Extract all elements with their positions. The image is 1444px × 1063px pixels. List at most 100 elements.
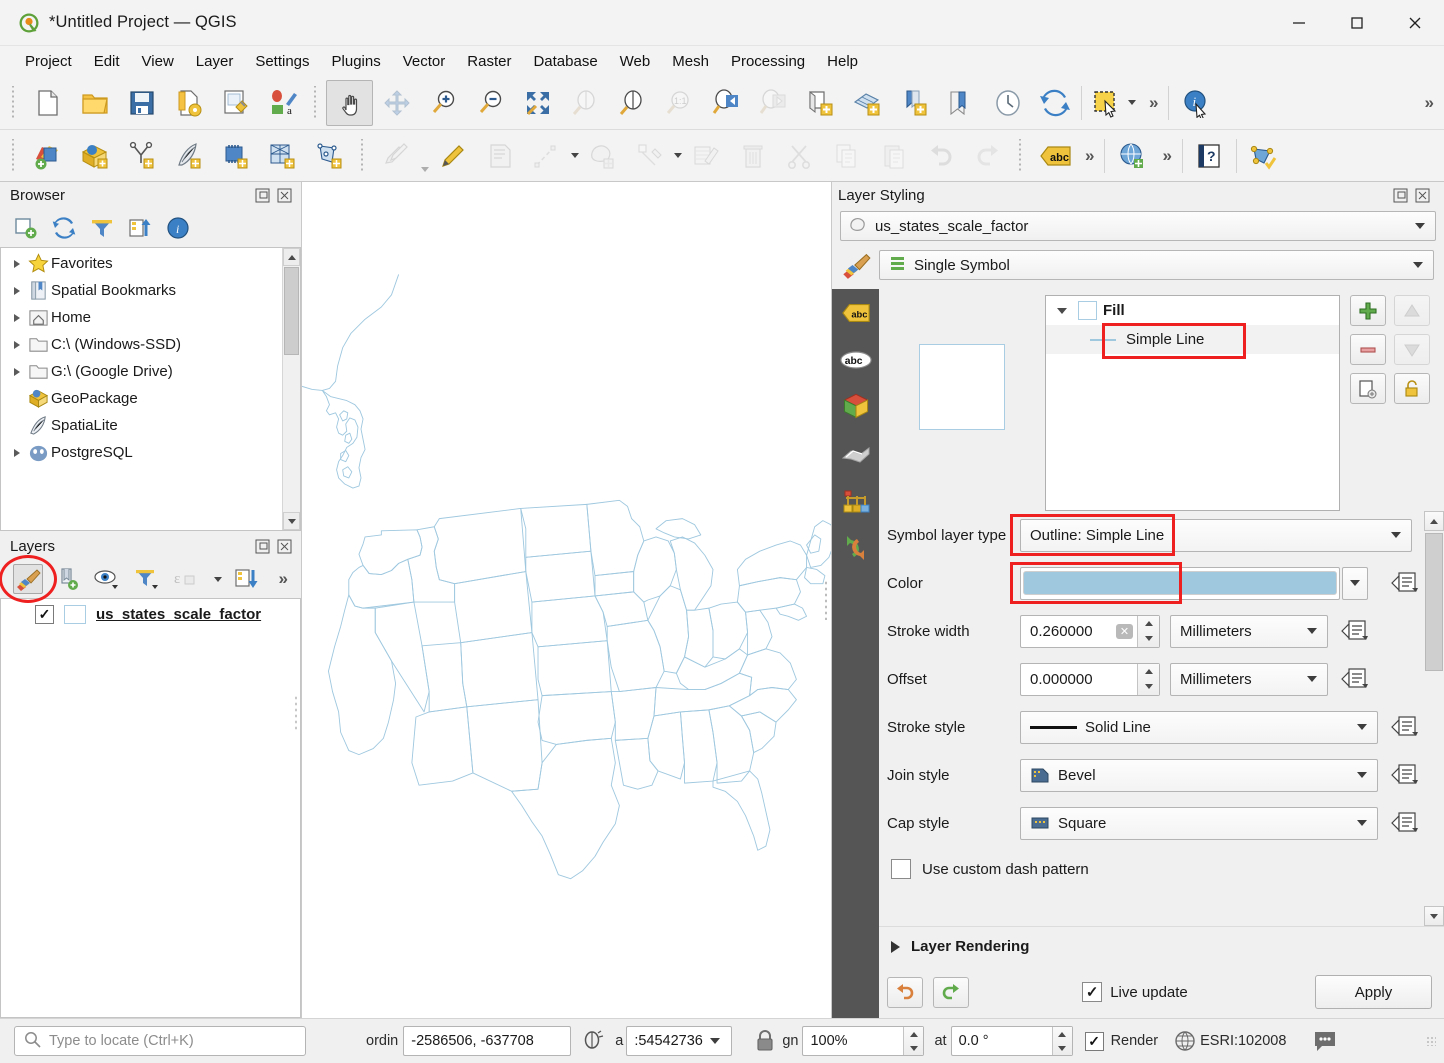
toolbar-overflow-2[interactable]: » bbox=[1418, 93, 1444, 113]
save-project-as-icon[interactable] bbox=[165, 80, 212, 126]
cut-features-icon[interactable] bbox=[776, 133, 823, 179]
refresh-icon[interactable] bbox=[1031, 80, 1078, 126]
symbol-properties-scroll[interactable]: Symbol layer type Outline: Simple Line C… bbox=[879, 511, 1444, 926]
live-update-checkbox[interactable]: ✓ bbox=[1082, 982, 1102, 1002]
undo-icon[interactable] bbox=[917, 133, 964, 179]
menu-raster[interactable]: Raster bbox=[456, 50, 522, 73]
browser-scrollbar[interactable] bbox=[282, 248, 300, 530]
expand-all-icon[interactable] bbox=[234, 565, 260, 593]
expand-icon[interactable] bbox=[9, 260, 25, 268]
cap-style-combo[interactable]: Square bbox=[1020, 807, 1378, 840]
new-3d-map-view-icon[interactable] bbox=[843, 80, 890, 126]
diagrams-tab-icon[interactable] bbox=[832, 430, 879, 477]
map-resize-handle[interactable] bbox=[824, 580, 828, 620]
magnifier-value[interactable]: 100% bbox=[802, 1026, 924, 1056]
stroke-style-data-defined-override-icon[interactable] bbox=[1388, 712, 1422, 742]
toggle-extents-icon[interactable] bbox=[580, 1028, 606, 1054]
menu-edit[interactable]: Edit bbox=[83, 50, 131, 73]
menu-layer[interactable]: Layer bbox=[185, 50, 245, 73]
expand-icon[interactable] bbox=[891, 941, 900, 953]
scrollbar-thumb[interactable] bbox=[1425, 533, 1443, 671]
menu-plugins[interactable]: Plugins bbox=[321, 50, 392, 73]
new-print-layout-icon[interactable] bbox=[212, 80, 259, 126]
chevron-down-icon[interactable] bbox=[710, 1038, 720, 1044]
temporal-controller-icon[interactable] bbox=[984, 80, 1031, 126]
menu-settings[interactable]: Settings bbox=[244, 50, 320, 73]
delete-selected-icon[interactable] bbox=[729, 133, 776, 179]
collapse-icon[interactable] bbox=[1052, 308, 1072, 314]
menu-web[interactable]: Web bbox=[609, 50, 662, 73]
scrollbar-thumb[interactable] bbox=[284, 267, 299, 355]
stepper-up[interactable] bbox=[1053, 1027, 1072, 1041]
menu-help[interactable]: Help bbox=[816, 50, 869, 73]
renderer-combo[interactable]: Single Symbol bbox=[879, 250, 1434, 280]
apply-button[interactable]: Apply bbox=[1315, 975, 1432, 1009]
close-button[interactable] bbox=[1386, 0, 1444, 46]
toolbar-overflow-1[interactable]: » bbox=[1142, 93, 1165, 113]
stepper-up[interactable] bbox=[904, 1027, 923, 1041]
layer-row[interactable]: ✓ us_states_scale_factor bbox=[1, 599, 300, 630]
layer-visibility-checkbox[interactable]: ✓ bbox=[35, 605, 54, 624]
menu-processing[interactable]: Processing bbox=[720, 50, 816, 73]
browser-undock-icon[interactable] bbox=[254, 187, 271, 204]
browser-item-c-drive[interactable]: C:\ (Windows-SSD) bbox=[1, 331, 300, 358]
current-edits-dropdown[interactable] bbox=[420, 133, 429, 179]
menu-vector[interactable]: Vector bbox=[392, 50, 457, 73]
properties-scrollbar[interactable] bbox=[1424, 511, 1444, 926]
paste-features-icon[interactable] bbox=[870, 133, 917, 179]
rotation-stepper[interactable] bbox=[1052, 1027, 1072, 1055]
layers-panel-resize-handle[interactable] bbox=[294, 695, 298, 731]
expand-icon[interactable] bbox=[9, 287, 25, 295]
stepper-down[interactable] bbox=[1053, 1041, 1072, 1055]
style-manager-icon[interactable]: a bbox=[259, 80, 306, 126]
messages-icon[interactable] bbox=[1312, 1029, 1338, 1053]
crs-value[interactable]: ESRI:102008 bbox=[1200, 1033, 1286, 1049]
layers-list[interactable]: ✓ us_states_scale_factor bbox=[0, 598, 301, 1018]
symbol-layer-type-combo[interactable]: Outline: Simple Line bbox=[1020, 519, 1412, 552]
symbology-tab-icon[interactable] bbox=[832, 250, 879, 280]
add-polygon-feature-icon[interactable] bbox=[579, 133, 626, 179]
stepper-down[interactable] bbox=[1138, 679, 1159, 695]
add-wms-layer-icon[interactable] bbox=[259, 133, 306, 179]
add-symbol-layer-icon[interactable] bbox=[1350, 295, 1386, 326]
labels-tab-icon[interactable]: abc bbox=[832, 289, 879, 336]
collapse-all-icon[interactable] bbox=[126, 214, 154, 242]
symbol-layer-checkbox[interactable] bbox=[1078, 301, 1097, 320]
stepper-down[interactable] bbox=[904, 1041, 923, 1055]
stroke-width-data-defined-override-icon[interactable] bbox=[1338, 616, 1372, 646]
browser-item-g-drive[interactable]: G:\ (Google Drive) bbox=[1, 358, 300, 385]
stroke-width-input[interactable]: 0.260000 ✕ bbox=[1020, 615, 1160, 648]
color-swatch-button[interactable] bbox=[1020, 567, 1340, 600]
history-tab-icon[interactable] bbox=[832, 477, 879, 524]
move-symbol-layer-down-icon[interactable] bbox=[1394, 334, 1430, 365]
expand-icon[interactable] bbox=[9, 341, 25, 349]
zoom-to-layer-icon[interactable] bbox=[608, 80, 655, 126]
resize-grip[interactable] bbox=[1426, 1036, 1436, 1046]
lock-scale-icon[interactable] bbox=[754, 1029, 776, 1053]
show-bookmarks-icon[interactable] bbox=[890, 80, 937, 126]
expand-icon[interactable] bbox=[9, 449, 25, 457]
remove-symbol-layer-icon[interactable] bbox=[1350, 334, 1386, 365]
symbol-tree-row-simple-line[interactable]: Simple Line bbox=[1046, 325, 1339, 354]
scroll-up-arrow[interactable] bbox=[1424, 511, 1444, 531]
color-dropdown-button[interactable] bbox=[1342, 567, 1368, 600]
menu-view[interactable]: View bbox=[131, 50, 185, 73]
add-group-icon[interactable] bbox=[55, 565, 81, 593]
vertex-tool-icon[interactable] bbox=[626, 133, 673, 179]
browser-tree[interactable]: Favorites Spatial Bookmarks bbox=[0, 247, 301, 531]
scroll-up-arrow[interactable] bbox=[283, 248, 300, 266]
join-style-combo[interactable]: Bevel bbox=[1020, 759, 1378, 792]
browser-item-home[interactable]: Home bbox=[1, 304, 300, 331]
identify-features-icon[interactable]: i bbox=[1172, 80, 1219, 126]
add-vectortile-icon[interactable] bbox=[306, 133, 353, 179]
render-checkbox[interactable]: ✓ bbox=[1085, 1032, 1104, 1051]
offset-input[interactable]: 0.000000 bbox=[1020, 663, 1160, 696]
toolbar2-grip[interactable] bbox=[9, 139, 19, 173]
crs-globe-icon[interactable] bbox=[1174, 1030, 1196, 1052]
digitizing-toolbar-grip[interactable] bbox=[358, 139, 368, 173]
symbol-layer-tree[interactable]: Fill Simple Line bbox=[1045, 295, 1340, 511]
use-custom-dash-checkbox[interactable] bbox=[891, 859, 911, 879]
current-edits-icon[interactable] bbox=[373, 133, 420, 179]
filter-browser-icon[interactable] bbox=[88, 214, 116, 242]
toolbar2-overflow-1[interactable]: » bbox=[1078, 146, 1101, 166]
